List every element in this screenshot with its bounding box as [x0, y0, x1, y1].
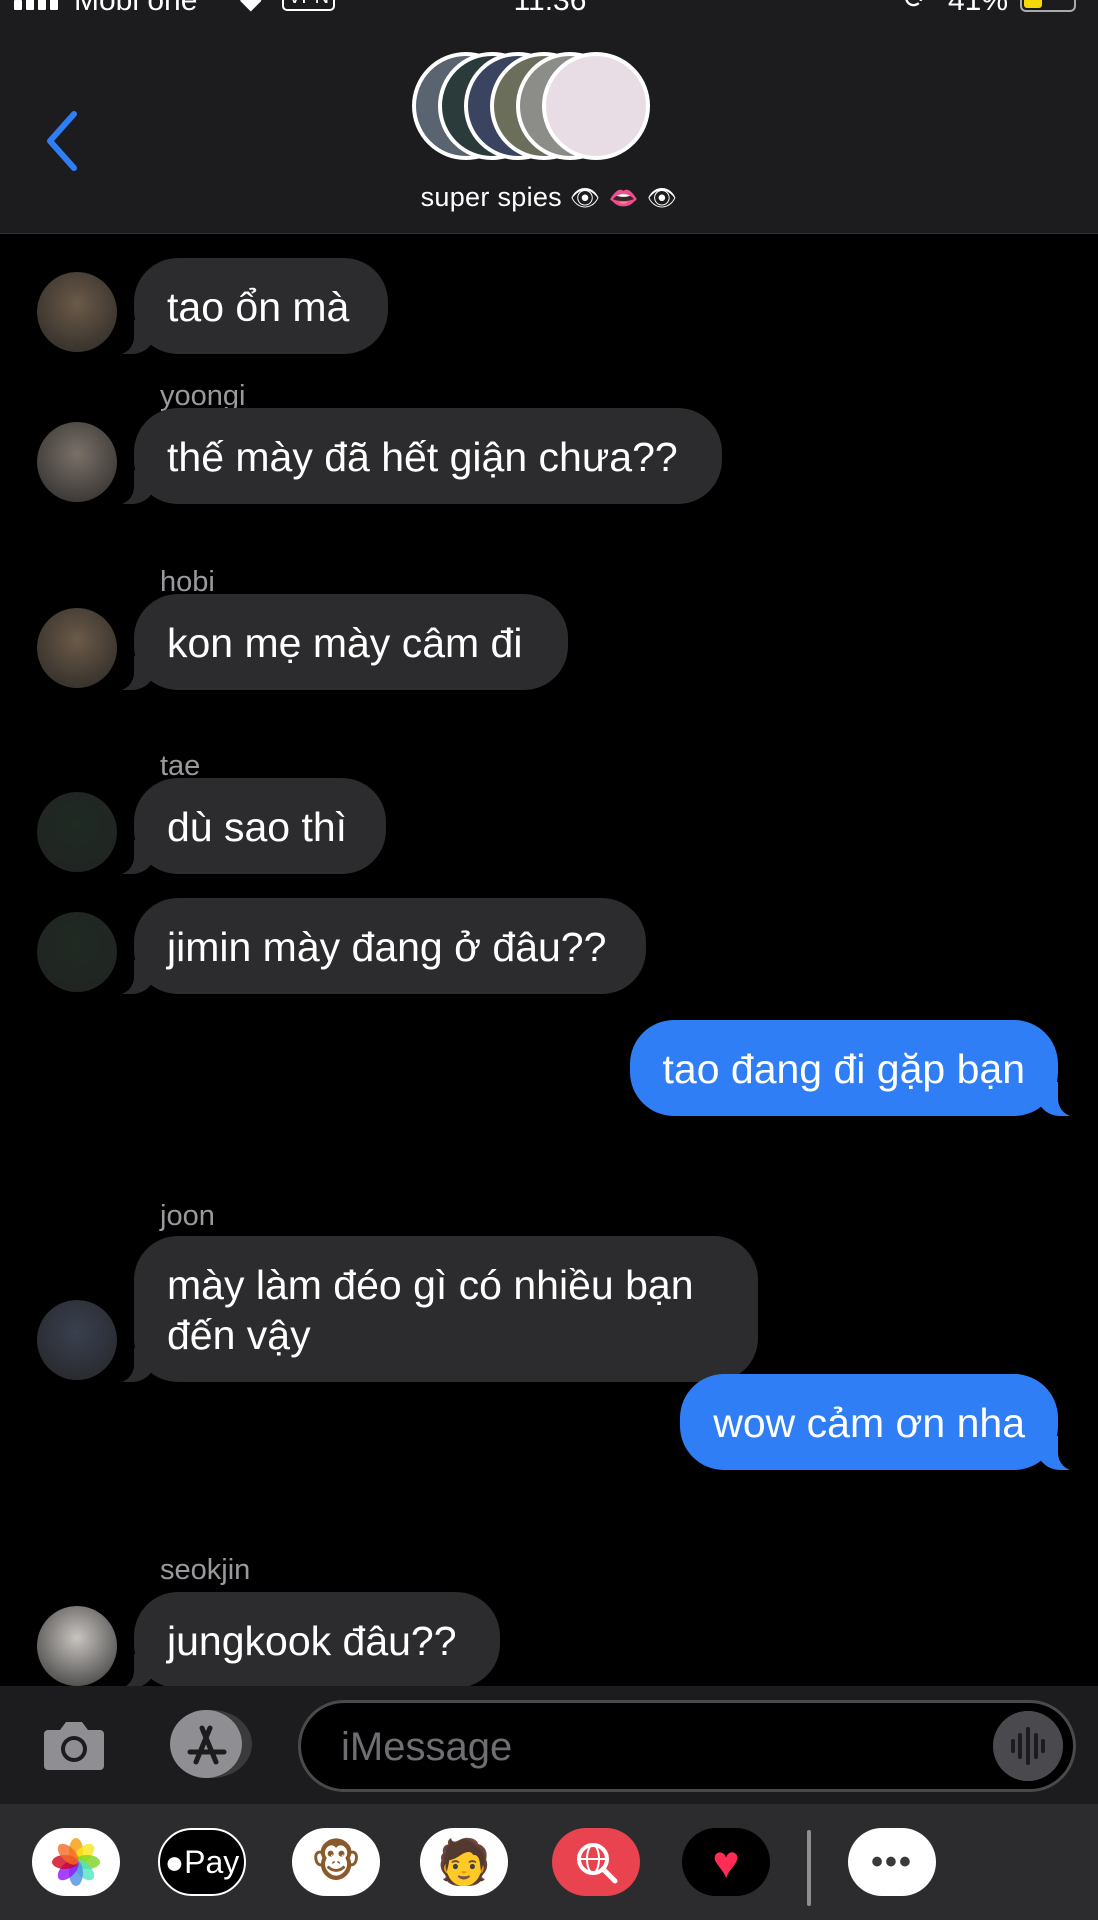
incoming-message[interactable]: tao ổn mà [112, 258, 388, 355]
images-search-app-icon[interactable] [552, 1828, 640, 1896]
carrier-label: Mobi one [74, 0, 197, 14]
group-name-emoji: 👁 👄 👁 [569, 184, 678, 212]
message-text: jimin mày đang ở đâu?? [167, 924, 607, 970]
sender-name: joon [160, 1200, 215, 1232]
app-drawer-divider [807, 1830, 811, 1906]
status-bar: Mobi one ◆ VPN 11:36 ⟳ 41% [0, 0, 1098, 14]
message-text-line2: đến vậy [167, 1312, 311, 1358]
digital-touch-app-icon[interactable]: ♥ [682, 1828, 770, 1896]
input-bar: iMessage [0, 1686, 1098, 1804]
message-text: wow cảm ơn nha [713, 1400, 1025, 1446]
signal-icon [14, 0, 58, 10]
heart-icon: ♥ [712, 1836, 740, 1888]
photos-app-icon[interactable] [32, 1828, 120, 1896]
animoji-app-icon[interactable]: 🐵 [292, 1828, 380, 1896]
incoming-message[interactable]: dù sao thì [112, 778, 386, 875]
sender-avatar[interactable] [37, 792, 117, 872]
group-avatar-stack[interactable] [412, 52, 686, 172]
message-input[interactable]: iMessage [298, 1700, 1076, 1792]
incoming-message[interactable]: mày làm đéo gì có nhiều bạn đến vậy [112, 1236, 758, 1383]
globe-search-icon [577, 1843, 618, 1884]
incoming-message[interactable]: jungkook đâu?? [112, 1592, 500, 1686]
message-text: dù sao thì [167, 804, 348, 850]
message-text: thế mày đã hết giận chưa?? [167, 434, 678, 480]
conversation-header: super spies 👁 👄 👁 [0, 14, 1098, 234]
more-apps-button[interactable]: ••• [848, 1828, 936, 1896]
message-text: tao đang đi gặp bạn [662, 1046, 1026, 1092]
incoming-message[interactable]: thế mày đã hết giận chưa?? [112, 408, 722, 505]
group-name[interactable]: super spies 👁 👄 👁 [0, 182, 1098, 213]
apple-pay-label: Pay [184, 1843, 240, 1880]
sender-name: seokjin [160, 1554, 251, 1586]
sender-avatar[interactable] [37, 422, 117, 502]
message-thread[interactable]: tao ổn mà yoongi thế mày đã hết giận chưa?… [0, 234, 1098, 1686]
camera-icon[interactable] [42, 1716, 106, 1772]
message-text: kon mẹ mày câm đi [167, 620, 523, 666]
audio-message-icon[interactable] [993, 1711, 1063, 1781]
battery-percent: 41% [948, 0, 1008, 14]
monkey-icon: 🐵 [310, 1836, 362, 1888]
app-drawer: ● Pay 🐵 🧑 ♥ ••• [0, 1804, 1098, 1920]
memoji-app-icon[interactable]: 🧑 [420, 1828, 508, 1896]
member-avatar [542, 52, 650, 160]
apple-pay-app-icon[interactable]: ● Pay [158, 1828, 246, 1896]
outgoing-message[interactable]: tao đang đi gặp bạn [629, 1020, 1080, 1117]
sender-avatar[interactable] [37, 272, 117, 352]
app-store-icon[interactable] [166, 1708, 254, 1780]
sender-avatar[interactable] [37, 912, 117, 992]
message-text: tao ổn mà [167, 284, 350, 330]
message-text: jungkook đâu?? [167, 1618, 457, 1664]
message-text: mày làm đéo gì có nhiều bạn [167, 1262, 694, 1308]
sender-avatar[interactable] [37, 608, 117, 688]
message-input-placeholder: iMessage [341, 1725, 513, 1769]
ellipsis-icon: ••• [871, 1842, 913, 1881]
sender-avatar[interactable] [37, 1606, 117, 1686]
sender-avatar[interactable] [37, 1300, 117, 1380]
orientation-lock-icon: ⟳ [904, 0, 927, 14]
battery-icon [1020, 0, 1076, 12]
memoji-face-icon: 🧑 [436, 1837, 492, 1888]
apple-logo-icon: ● [164, 1843, 185, 1880]
outgoing-message[interactable]: wow cảm ơn nha [680, 1374, 1080, 1471]
incoming-message[interactable]: kon mẹ mày câm đi [112, 594, 568, 691]
incoming-message[interactable]: jimin mày đang ở đâu?? [112, 898, 646, 995]
back-button[interactable] [40, 106, 90, 176]
clock: 11:36 [510, 0, 590, 14]
vpn-badge: VPN [282, 0, 336, 11]
wifi-icon: ◆ [240, 0, 262, 14]
